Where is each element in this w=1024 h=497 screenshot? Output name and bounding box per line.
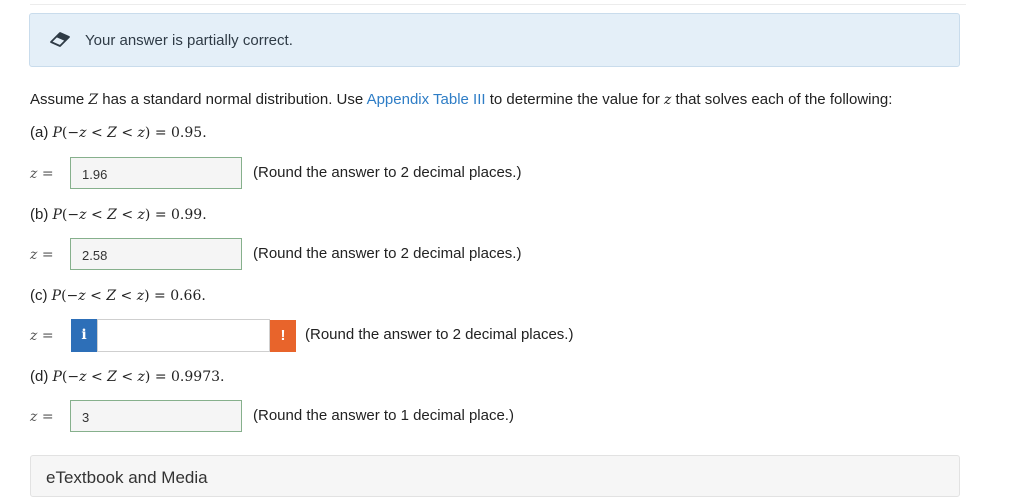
etextbook-media-panel[interactable]: eTextbook and Media xyxy=(30,455,960,497)
feedback-text: Your answer is partially correct. xyxy=(85,32,293,49)
part-c-prompt: (c) P(−z < Z < z) = 0.66. xyxy=(30,287,206,304)
part-a-hint: (Round the answer to 2 decimal places.) xyxy=(253,164,522,181)
part-d-z-label: z = xyxy=(30,409,54,425)
top-divider xyxy=(30,4,966,5)
part-d-probability: 0.9973. xyxy=(171,369,225,385)
feedback-banner: Your answer is partially correct. xyxy=(29,13,960,67)
part-c-probability: 0.66. xyxy=(170,288,206,304)
part-d-answer-field[interactable]: 3 xyxy=(70,400,242,432)
part-b-probability: 0.99. xyxy=(171,207,207,223)
part-c-hint: (Round the answer to 2 decimal places.) xyxy=(305,326,574,343)
question-intro-3: to determine the value for xyxy=(485,91,664,108)
part-b-z-label: z = xyxy=(30,247,54,263)
part-a-label: (a) xyxy=(30,124,53,141)
question-intro-4: that solves each of the following: xyxy=(671,91,893,108)
etextbook-media-label: eTextbook and Media xyxy=(46,468,208,487)
eraser-icon xyxy=(50,32,70,47)
part-a-z-label: z = xyxy=(30,166,54,182)
part-b-hint: (Round the answer to 2 decimal places.) xyxy=(253,245,522,262)
part-b-prompt: (b) P(−z < Z < z) = 0.99. xyxy=(30,206,207,223)
part-c-z-label: z = xyxy=(30,328,54,344)
part-d-prompt: (d) P(−z < Z < z) = 0.9973. xyxy=(30,368,225,385)
part-c-label: (c) xyxy=(30,287,52,304)
question-var-z: Z xyxy=(88,92,99,108)
question-intro-2: has a standard normal distribution. Use xyxy=(98,91,367,108)
part-b-answer-field[interactable]: 2.58 xyxy=(70,238,242,270)
question-intro: Assume xyxy=(30,91,89,108)
question-text: Assume Z has a standard normal distribut… xyxy=(30,91,892,108)
part-c-answer-field[interactable] xyxy=(97,319,270,352)
part-d-label: (d) xyxy=(30,368,53,385)
appendix-link[interactable]: Appendix Table III xyxy=(367,91,486,108)
part-a-probability: 0.95. xyxy=(171,125,207,141)
info-icon[interactable]: i xyxy=(71,319,97,352)
warning-icon[interactable]: ! xyxy=(270,320,296,352)
part-a-answer-field[interactable]: 1.96 xyxy=(70,157,242,189)
part-a-prompt: (a) P(−z < Z < z) = 0.95. xyxy=(30,124,207,141)
part-d-hint: (Round the answer to 1 decimal place.) xyxy=(253,407,514,424)
part-b-label: (b) xyxy=(30,206,53,223)
